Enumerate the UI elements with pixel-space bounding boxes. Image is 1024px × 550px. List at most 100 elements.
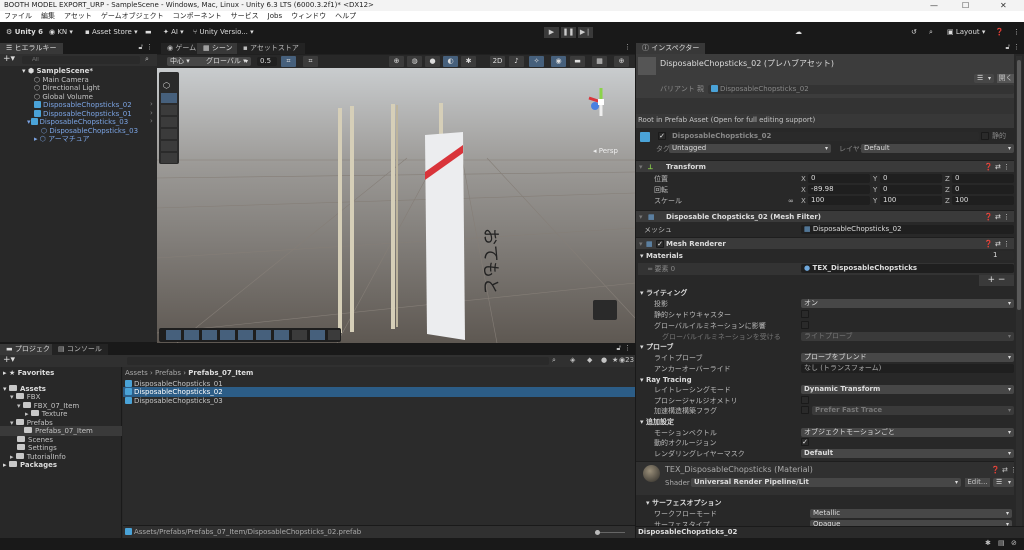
- hierarchy-search-input[interactable]: [22, 56, 140, 64]
- project-search-input[interactable]: [127, 357, 549, 365]
- more-icon[interactable]: ⋮: [146, 43, 153, 51]
- rotation-x[interactable]: -89.98: [808, 185, 870, 194]
- position-y[interactable]: 0: [880, 174, 942, 183]
- component-menu-icons[interactable]: ❓ ⇄ ⋮: [991, 465, 1017, 475]
- gizmos-icon[interactable]: ▦: [592, 56, 607, 67]
- menu-window[interactable]: ウィンドウ: [291, 12, 326, 20]
- tag-dropdown[interactable]: Untagged: [669, 144, 831, 153]
- lighting-section[interactable]: ▾ ライティング: [640, 288, 687, 298]
- account-button[interactable]: ◉ KN ▾: [46, 26, 76, 38]
- preview-footer[interactable]: DisposableChopsticks_02: [638, 527, 737, 537]
- ai-button[interactable]: ✦ AI ▾: [160, 26, 187, 38]
- snap-field[interactable]: 0.5: [257, 57, 277, 66]
- prefab-menu-dropdown[interactable]: ☰: [974, 74, 994, 83]
- unity-menu-button[interactable]: ⚙ Unity 6: [3, 26, 46, 38]
- tree-packages[interactable]: ▸ Packages: [3, 460, 57, 470]
- probes-section[interactable]: ▾ プローブ: [640, 342, 674, 352]
- shading-lit-icon[interactable]: ◐: [443, 56, 458, 67]
- add-button[interactable]: +▾: [3, 54, 15, 64]
- version-control-button[interactable]: ⑂ Unity Versio... ▾: [190, 26, 257, 38]
- breadcrumb-assets[interactable]: Assets: [125, 369, 148, 377]
- search-icon[interactable]: ⌕: [926, 26, 936, 38]
- motion-vectors-dropdown[interactable]: オブジェクトモーションごと: [801, 428, 1014, 437]
- shader-dropdown[interactable]: Universal Render Pipeline/Lit: [691, 478, 961, 487]
- tab-asset-store[interactable]: ▪ アセットストア: [237, 43, 305, 54]
- tab-game[interactable]: ◉ ゲーム: [161, 43, 203, 54]
- component-menu-icons[interactable]: ❓ ⇄ ⋮: [984, 238, 1010, 250]
- scale-x[interactable]: 100: [808, 196, 870, 205]
- orientation-icon[interactable]: ⊕: [614, 56, 629, 67]
- label-icon[interactable]: ◆: [587, 356, 592, 364]
- dynamic-occlusion-checkbox[interactable]: ✓: [801, 438, 809, 446]
- renderer-enabled-checkbox[interactable]: ✓: [656, 240, 664, 248]
- materials-label[interactable]: ▾ Materials: [640, 251, 683, 261]
- cast-shadows-dropdown[interactable]: オン: [801, 299, 1014, 308]
- lock-icon[interactable]: 🔓︎: [616, 344, 621, 353]
- audio-icon[interactable]: ♪: [509, 56, 524, 67]
- anchor-override-field[interactable]: なし (トランスフォーム): [801, 364, 1014, 373]
- maximize-button[interactable]: ☐: [962, 0, 969, 11]
- menu-gameobject[interactable]: ゲームオブジェクト: [101, 12, 164, 20]
- menu-help[interactable]: ヘルプ: [335, 12, 356, 20]
- rotation-z[interactable]: 0: [952, 185, 1014, 194]
- tab-console[interactable]: ▤ コンソール: [52, 344, 108, 355]
- filter-icon[interactable]: ◈: [570, 356, 575, 364]
- file-item[interactable]: DisposableChopsticks_03: [125, 396, 635, 406]
- hidden-count[interactable]: ◉23: [619, 356, 634, 364]
- receive-gi-dropdown[interactable]: ライトプローブ: [801, 332, 1014, 341]
- menu-edit[interactable]: 編集: [41, 12, 55, 20]
- menu-file[interactable]: ファイル: [4, 12, 32, 20]
- space-dropdown[interactable]: グローバル ▾: [203, 57, 251, 66]
- link-icon[interactable]: ∞: [788, 196, 794, 206]
- rendering-layer-dropdown[interactable]: Default: [801, 449, 1014, 458]
- scale-y[interactable]: 100: [880, 196, 942, 205]
- object-name-field[interactable]: DisposableChopsticks_02: [669, 132, 979, 141]
- debug-icon[interactable]: ✱: [985, 539, 991, 547]
- persp-label[interactable]: ◂ Persp: [593, 147, 619, 155]
- layout-button[interactable]: ▣ Layout ▾: [944, 26, 988, 38]
- icon-size-slider[interactable]: [595, 530, 625, 535]
- history-icon[interactable]: ↺: [908, 26, 920, 38]
- more-icon[interactable]: ⋮: [624, 344, 631, 352]
- accel-flags-dropdown[interactable]: Prefer Fast Trace: [812, 406, 1014, 415]
- component-menu-icons[interactable]: ❓ ⇄ ⋮: [984, 211, 1010, 223]
- additional-settings-section[interactable]: ▾ 追加設定: [640, 417, 674, 427]
- workflow-mode-dropdown[interactable]: Metallic: [810, 509, 1012, 518]
- minimize-button[interactable]: —: [930, 0, 938, 11]
- asset-store-button[interactable]: ▪ Asset Store ▾: [82, 26, 141, 38]
- tree-favorites[interactable]: ▸ ★ Favorites: [3, 368, 54, 378]
- light-probe-dropdown[interactable]: プローブをブレンド: [801, 353, 1014, 362]
- status-ok-icon[interactable]: ⊘: [1011, 539, 1017, 547]
- warning-icon[interactable]: ●: [601, 356, 607, 364]
- mesh-field[interactable]: ▦ DisposableChopsticks_02: [801, 225, 1014, 234]
- edit-shader-button[interactable]: Edit...: [965, 478, 990, 487]
- static-checkbox[interactable]: [981, 132, 989, 140]
- pause-button[interactable]: ❚❚: [561, 27, 576, 38]
- more-icon[interactable]: ⋮: [624, 43, 631, 51]
- more-icon[interactable]: ⋮: [1013, 43, 1020, 51]
- camera-icon[interactable]: ▬: [570, 56, 585, 67]
- mesh-renderer-header[interactable]: ▾ ▦ ✓ Mesh Renderer ❓ ⇄ ⋮: [636, 237, 1014, 249]
- transform-header[interactable]: ▾ ⟂ Transform ❓ ⇄ ⋮: [636, 160, 1014, 172]
- menu-component[interactable]: コンポーネント: [173, 12, 222, 20]
- chevron-right-icon[interactable]: ›: [150, 109, 153, 117]
- inspector-scrollbar[interactable]: [1016, 56, 1022, 526]
- scale-z[interactable]: 100: [952, 196, 1014, 205]
- surface-options-section[interactable]: ▾ サーフェスオプション: [646, 498, 722, 508]
- shading-solid-icon[interactable]: ●: [425, 56, 440, 67]
- visibility-icon[interactable]: ◉: [551, 56, 566, 67]
- camera-overlay[interactable]: [593, 300, 617, 320]
- chevron-right-icon[interactable]: ›: [150, 100, 153, 108]
- gizmo-globe-icon[interactable]: ⊕: [389, 56, 404, 67]
- variant-parent-field[interactable]: DisposableChopsticks_02: [708, 85, 1014, 94]
- ray-tracing-mode-dropdown[interactable]: Dynamic Transform: [801, 385, 1014, 394]
- create-button[interactable]: +▾: [3, 355, 15, 365]
- step-button[interactable]: ▶❘: [578, 27, 593, 38]
- menu-jobs[interactable]: Jobs: [268, 12, 282, 20]
- shader-menu-dropdown[interactable]: ☰: [993, 478, 1014, 487]
- help-icon[interactable]: ❓: [992, 26, 1007, 38]
- chevron-right-icon[interactable]: ›: [150, 117, 153, 125]
- layer-dropdown[interactable]: Default: [861, 144, 1014, 153]
- play-button[interactable]: ▶: [544, 27, 559, 38]
- ray-tracing-section[interactable]: ▾ Ray Tracing: [640, 375, 692, 385]
